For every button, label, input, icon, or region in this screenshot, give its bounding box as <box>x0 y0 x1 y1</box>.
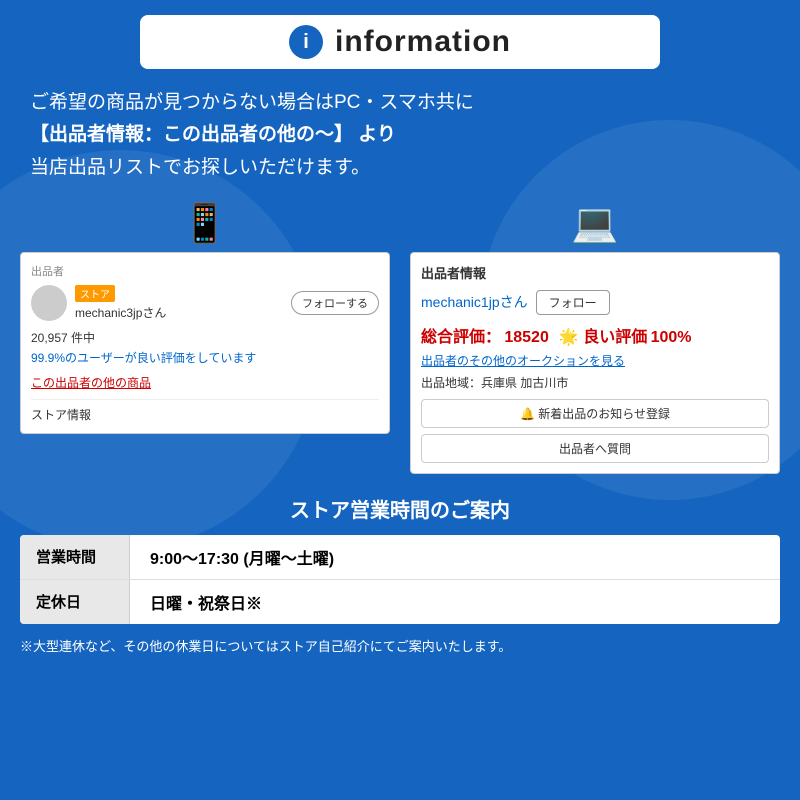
pc-screenshot: 出品者情報 mechanic1jpさん フォロー 総合評価： 18520 🌟 良… <box>410 252 780 474</box>
pc-rating-row: 総合評価： 18520 🌟 良い評価 100% <box>421 323 769 347</box>
pc-good-value: 100% <box>651 329 692 346</box>
desc-line3: 当店出品リストでお探しいただけます。 <box>30 152 770 184</box>
screenshots-row: 📱 出品者 ストア mechanic3jpさん フォローする 20,957 件中… <box>20 202 780 474</box>
mobile-store-info: ストア情報 <box>31 399 379 423</box>
pc-screenshot-wrapper: 💻 出品者情報 mechanic1jpさん フォロー 総合評価： 18520 🌟… <box>410 202 780 474</box>
pc-seller-name: mechanic1jpさん <box>421 292 528 312</box>
mobile-device-icon: 📱 <box>181 202 228 246</box>
mobile-other-items-link[interactable]: この出品者の他の商品 <box>31 374 379 391</box>
mobile-screenshot: 出品者 ストア mechanic3jpさん フォローする 20,957 件中 9… <box>20 252 390 434</box>
hours-value-1: 日曜・祝祭日※ <box>130 580 282 624</box>
desc-line2: 【出品者情報：この出品者の他の〜】 より <box>30 119 770 151</box>
hours-row-0: 営業時間 9:00〜17:30 (月曜〜土曜) <box>20 535 780 580</box>
pc-device-icon: 💻 <box>571 202 618 246</box>
main-container: i information ご希望の商品が見つからない場合はPC・スマホ共に 【… <box>0 0 800 670</box>
pc-location: 出品地域：兵庫県 加古川市 <box>421 374 769 391</box>
hours-table: 営業時間 9:00〜17:30 (月曜〜土曜) 定休日 日曜・祝祭日※ <box>20 535 780 624</box>
mobile-seller-row: ストア mechanic3jpさん フォローする <box>31 285 379 321</box>
info-icon: i <box>289 25 323 59</box>
hours-label-0: 営業時間 <box>20 535 130 579</box>
store-info-block: ストア mechanic3jpさん <box>75 285 166 321</box>
hours-value-0: 9:00〜17:30 (月曜〜土曜) <box>130 535 354 579</box>
mobile-seller-label: 出品者 <box>31 263 379 279</box>
footer-note: ※大型連休など、その他の休業日についてはストア自己紹介にてご案内いたします。 <box>20 636 780 655</box>
pc-seller-info-label: 出品者情報 <box>421 263 769 282</box>
avatar <box>31 285 67 321</box>
description-block: ご希望の商品が見つからない場合はPC・スマホ共に 【出品者情報：この出品者の他の… <box>20 87 780 184</box>
pc-good-rating: 🌟 良い評価 100% <box>559 323 692 347</box>
mobile-seller-name: mechanic3jpさん <box>75 304 166 321</box>
store-badge: ストア <box>75 285 115 302</box>
hours-label-1: 定休日 <box>20 580 130 624</box>
pc-seller-row: mechanic1jpさん フォロー <box>421 290 769 315</box>
pc-auction-link[interactable]: 出品者のその他のオークションを見る <box>421 352 769 369</box>
hours-row-1: 定休日 日曜・祝祭日※ <box>20 580 780 624</box>
header-box: i information <box>140 15 660 69</box>
mobile-rating: 99.9%のユーザーが良い評価をしています <box>31 349 379 366</box>
store-hours-title: ストア営業時間のご案内 <box>20 494 780 523</box>
mobile-count: 20,957 件中 <box>31 329 379 346</box>
pc-notification-btn[interactable]: 🔔 新着出品のお知らせ登録 <box>421 399 769 428</box>
pc-rating-label: 総合評価： 18520 <box>421 323 549 347</box>
desc-line1: ご希望の商品が見つからない場合はPC・スマホ共に <box>30 87 770 119</box>
pc-question-btn[interactable]: 出品者へ質問 <box>421 434 769 463</box>
mobile-follow-button[interactable]: フォローする <box>291 291 379 315</box>
mobile-screenshot-wrapper: 📱 出品者 ストア mechanic3jpさん フォローする 20,957 件中… <box>20 202 390 434</box>
pc-rating-value: 18520 <box>504 329 549 346</box>
header-title: information <box>335 25 511 59</box>
pc-follow-button[interactable]: フォロー <box>536 290 610 315</box>
